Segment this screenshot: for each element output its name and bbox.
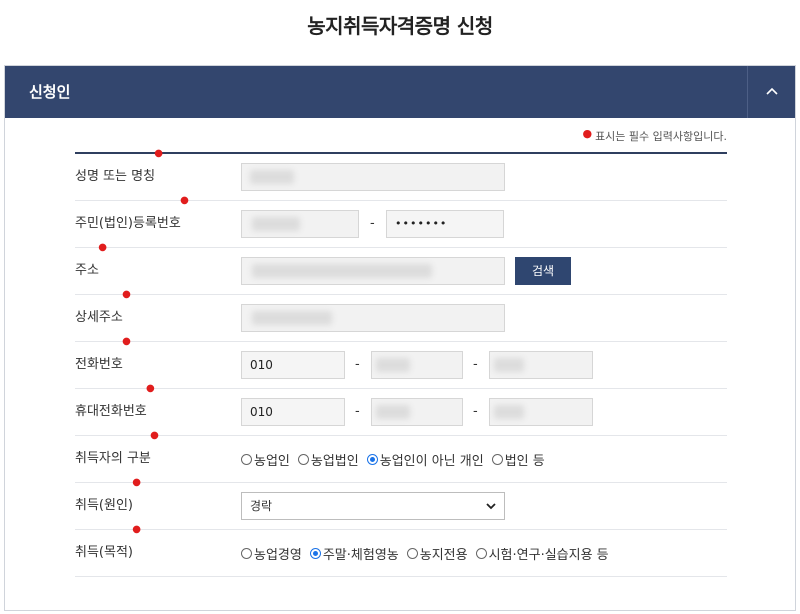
form-row-mobile: 휴대전화번호 ● 010 - - <box>75 384 727 436</box>
purpose-label: 취득(목적) <box>75 545 133 560</box>
dash: - <box>370 216 375 231</box>
name-field[interactable] <box>241 163 505 191</box>
dash: - <box>355 404 360 419</box>
address-search-button[interactable]: 검색 <box>515 257 571 285</box>
panel-header: 신청인 <box>5 66 795 118</box>
radio-option-selected[interactable]: 주말·체험영농 <box>309 544 399 563</box>
required-dot-icon: ● <box>154 148 164 159</box>
registration-label: 주민(법인)등록번호 <box>75 216 181 231</box>
cause-label: 취득(원인) <box>75 498 133 513</box>
detail-address-label: 상세주소 <box>75 310 123 325</box>
mobile-middle-field[interactable] <box>371 398 463 426</box>
applicant-panel: 신청인 ● 표시는 필수 입력사항입니다. 성명 또는 명칭 ● 주민(법인)등록번… <box>4 65 796 611</box>
dash: - <box>473 404 478 419</box>
mobile-last-field[interactable] <box>489 398 593 426</box>
radio-checked-icon <box>366 453 378 465</box>
radio-option[interactable]: 농지전용 <box>406 544 468 563</box>
form-row-phone: 전화번호 ● 010 - - <box>75 337 727 389</box>
mobile-prefix-field[interactable]: 010 <box>241 398 345 426</box>
radio-option-selected[interactable]: 농업인이 아닌 개인 <box>366 450 484 469</box>
radio-circle-icon <box>241 453 252 465</box>
required-dot-icon: ● <box>98 242 107 253</box>
applicant-form: 성명 또는 명칭 ● 주민(법인)등록번호 ● - ••••••• 주소 ● 검색 상… <box>75 149 727 577</box>
radio-circle-icon <box>406 547 418 559</box>
form-row-purpose: 취득(목적) ● 농업경영 주말·체험영농 농지전용 시험·연구·실습지용 등 <box>75 525 727 577</box>
form-row-registration: 주민(법인)등록번호 ● - ••••••• <box>75 196 727 248</box>
phone-middle-field[interactable] <box>371 351 463 379</box>
required-dot-icon: ● <box>150 430 159 441</box>
form-row-cause: 취득(원인) ● 경락 <box>75 478 727 530</box>
detail-address-field[interactable] <box>241 304 505 332</box>
dash: - <box>473 357 478 372</box>
form-row-detail-address: 상세주소 ● <box>75 290 727 342</box>
radio-circle-icon <box>475 547 487 559</box>
purpose-radio-group: 농업경영 주말·체험영농 농지전용 시험·연구·실습지용 등 <box>241 530 609 576</box>
radio-circle-icon <box>241 547 252 559</box>
radio-option[interactable]: 시험·연구·실습지용 등 <box>475 544 609 563</box>
required-dot-icon: ● <box>122 289 131 300</box>
form-row-address: 주소 ● 검색 <box>75 243 727 295</box>
required-dot-icon: ● <box>146 383 155 394</box>
section-title: 신청인 <box>29 83 71 101</box>
collapse-toggle-button[interactable] <box>747 66 795 118</box>
acquirer-type-radio-group: 농업인 농업법인 농업인이 아닌 개인 법인 등 <box>241 436 545 482</box>
registration-front-field[interactable] <box>241 210 359 238</box>
required-dot-icon: ● <box>132 477 141 488</box>
required-dot-icon: ● <box>132 524 141 535</box>
form-row-acquirer-type: 취득자의 구분 ● 농업인 농업법인 농업인이 아닌 개인 법인 등 <box>75 431 727 483</box>
dash: - <box>355 357 360 372</box>
required-note: ● 표시는 필수 입력사항입니다. <box>582 127 727 143</box>
phone-prefix-field[interactable]: 010 <box>241 351 345 379</box>
required-dot-icon: ● <box>582 127 593 140</box>
phone-label: 전화번호 <box>75 357 123 372</box>
form-row-name: 성명 또는 명칭 ● <box>75 149 727 201</box>
name-label: 성명 또는 명칭 <box>75 169 156 184</box>
chevron-up-icon <box>766 87 778 95</box>
registration-back-field[interactable]: ••••••• <box>386 210 504 238</box>
radio-circle-icon <box>297 453 309 465</box>
chevron-down-icon <box>486 503 496 510</box>
page-title: 농지취득자격증명 신청 <box>307 14 493 38</box>
radio-option[interactable]: 농업인 <box>241 450 290 469</box>
radio-option[interactable]: 농업법인 <box>297 450 359 469</box>
radio-circle-icon <box>491 453 503 465</box>
mobile-label: 휴대전화번호 <box>75 404 147 419</box>
address-label: 주소 <box>75 263 99 278</box>
radio-option[interactable]: 법인 등 <box>491 450 545 469</box>
radio-option[interactable]: 농업경영 <box>241 544 302 563</box>
required-dot-icon: ● <box>122 336 131 347</box>
radio-checked-icon <box>309 547 321 559</box>
address-field[interactable] <box>241 257 505 285</box>
required-dot-icon: ● <box>180 195 189 206</box>
acquirer-type-label: 취득자의 구분 <box>75 451 151 466</box>
cause-select[interactable]: 경락 <box>241 492 505 520</box>
phone-last-field[interactable] <box>489 351 593 379</box>
